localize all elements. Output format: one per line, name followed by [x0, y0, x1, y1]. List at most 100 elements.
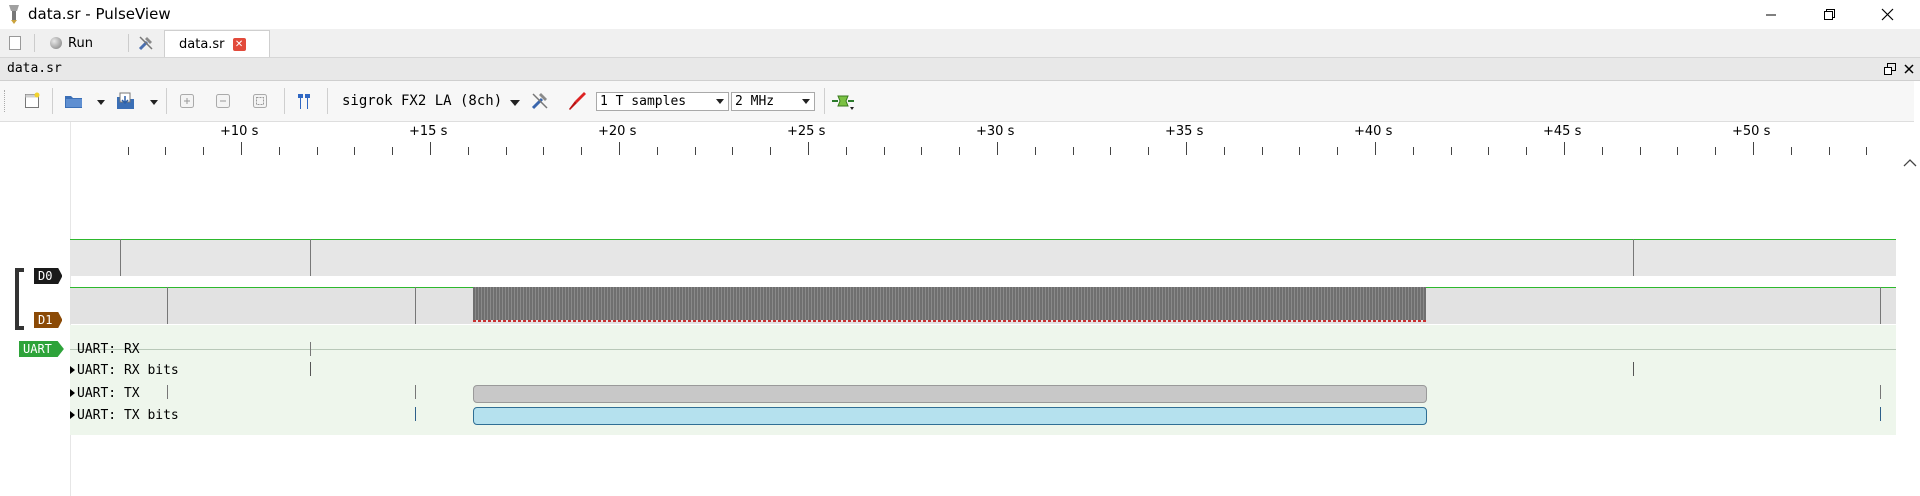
- save-menu-arrow-icon[interactable]: [150, 100, 158, 105]
- ruler-minor-tick: [203, 147, 204, 155]
- ruler-minor-tick: [354, 147, 355, 155]
- ruler-minor-tick: [846, 147, 847, 155]
- zoom-fit-icon[interactable]: [248, 90, 272, 112]
- ruler-minor-tick: [1110, 147, 1111, 155]
- device-dropdown-arrow-icon[interactable]: [510, 100, 520, 106]
- close-window-button[interactable]: [1858, 0, 1916, 29]
- window-title: data.sr - PulseView: [28, 5, 171, 23]
- ruler-minor-tick: [959, 147, 960, 155]
- title-bar: data.sr - PulseView: [0, 0, 1920, 29]
- ruler-tick-label: +45 s: [1543, 124, 1582, 139]
- new-session-icon[interactable]: [4, 32, 26, 54]
- cursor-pair-icon[interactable]: [292, 90, 316, 112]
- tx-bits-annotation[interactable]: [473, 407, 1427, 425]
- ruler-minor-tick: [1640, 147, 1641, 155]
- ruler-minor-tick: [1602, 147, 1603, 155]
- restore-button[interactable]: [1800, 0, 1858, 29]
- trace-d0[interactable]: [70, 239, 1896, 276]
- dock-header: data.sr: [0, 58, 1920, 81]
- close-tab-icon[interactable]: ✕: [232, 37, 246, 51]
- rx-bits-marker: [1633, 362, 1634, 376]
- ruler-major-tick: [430, 142, 431, 155]
- close-dock-icon[interactable]: [1903, 63, 1915, 75]
- chevron-down-icon: [716, 99, 724, 104]
- samplerate-select[interactable]: 2 MHz: [731, 92, 815, 111]
- ruler-major-tick: [1753, 142, 1754, 155]
- ruler-minor-tick: [1829, 147, 1830, 155]
- float-dock-icon[interactable]: [1884, 63, 1896, 75]
- channel-badge-d1[interactable]: D1: [34, 312, 63, 328]
- zoom-in-icon[interactable]: [175, 90, 199, 112]
- zoom-out-icon[interactable]: [211, 90, 235, 112]
- ruler-tick-label: +25 s: [787, 124, 826, 139]
- dock-title: data.sr: [7, 61, 62, 76]
- new-session-icon[interactable]: [20, 90, 44, 112]
- save-file-icon[interactable]: [114, 90, 138, 112]
- chevron-down-icon: [802, 99, 810, 104]
- vertical-scrollbar[interactable]: [1896, 150, 1920, 496]
- device-selector-label[interactable]: sigrok FX2 LA (8ch): [342, 93, 502, 109]
- ruler-minor-tick: [1073, 147, 1074, 155]
- tab-separator: [128, 34, 129, 52]
- ruler-minor-tick: [279, 147, 280, 155]
- d0-edge: [120, 239, 121, 276]
- run-icon: [50, 37, 62, 49]
- toolbar-separator: [284, 88, 285, 114]
- configure-device-icon[interactable]: [528, 90, 552, 112]
- ruler-minor-tick: [884, 147, 885, 155]
- ruler-major-tick: [619, 142, 620, 155]
- ruler-minor-tick: [1224, 147, 1225, 155]
- ruler-tick-label: +35 s: [1165, 124, 1204, 139]
- d1-edge: [1880, 287, 1881, 324]
- run-label: Run: [68, 35, 93, 51]
- decoder-rows-area[interactable]: [70, 325, 1896, 435]
- probe-icon[interactable]: [565, 90, 589, 112]
- expand-row-icon[interactable]: [70, 411, 75, 419]
- open-menu-arrow-icon[interactable]: [97, 100, 105, 105]
- open-file-icon[interactable]: [62, 90, 86, 112]
- minimize-button[interactable]: [1742, 0, 1800, 29]
- settings-tools-icon[interactable]: [135, 32, 157, 54]
- ruler-minor-tick: [1035, 147, 1036, 155]
- expand-row-icon[interactable]: [70, 389, 75, 397]
- ruler-minor-tick: [657, 147, 658, 155]
- add-decoder-icon[interactable]: [830, 90, 858, 112]
- channel-group-bracket: [15, 268, 24, 330]
- ruler-minor-tick: [1791, 147, 1792, 155]
- main-toolbar: sigrok FX2 LA (8ch) 1 T samples 2 MHz: [0, 81, 1914, 122]
- sample-count-select[interactable]: 1 T samples: [596, 92, 729, 111]
- tx-annotation[interactable]: [473, 385, 1427, 403]
- toolbar-grip: [4, 90, 8, 112]
- d0-edge: [310, 239, 311, 276]
- channel-badge-d0[interactable]: D0: [34, 268, 63, 284]
- ruler-minor-tick: [1488, 147, 1489, 155]
- trace-d1[interactable]: [70, 287, 1896, 324]
- ruler-tick-label: +40 s: [1354, 124, 1393, 139]
- tab-data-label: data.sr: [179, 36, 225, 52]
- rx-bits-marker: [310, 362, 311, 376]
- ruler-minor-tick: [695, 147, 696, 155]
- ruler-minor-tick: [1715, 147, 1716, 155]
- expand-row-icon[interactable]: [70, 366, 75, 374]
- ruler-tick-label: +30 s: [976, 124, 1015, 139]
- ruler-minor-tick: [581, 147, 582, 155]
- ruler-major-tick: [1375, 142, 1376, 155]
- ruler-minor-tick: [468, 147, 469, 155]
- tab-data-sr[interactable]: data.sr ✕: [164, 30, 270, 57]
- ruler-minor-tick: [1677, 147, 1678, 155]
- ruler-minor-tick: [1337, 147, 1338, 155]
- pulseview-probe-icon: [6, 4, 22, 24]
- ruler-tick-label: +10 s: [220, 124, 259, 139]
- ruler-minor-tick: [506, 147, 507, 155]
- rx-marker: [310, 342, 311, 356]
- ruler-major-tick: [997, 142, 998, 155]
- decoder-badge-uart[interactable]: UART: [19, 341, 64, 357]
- ruler-major-tick: [1564, 142, 1565, 155]
- d1-edge: [415, 287, 416, 324]
- ruler-tick-label: +50 s: [1732, 124, 1771, 139]
- ruler-tick-label: +15 s: [409, 124, 448, 139]
- toolbar-separator: [52, 88, 53, 114]
- ruler-minor-tick: [1526, 147, 1527, 155]
- run-button[interactable]: Run: [44, 32, 99, 54]
- d1-edge: [167, 287, 168, 324]
